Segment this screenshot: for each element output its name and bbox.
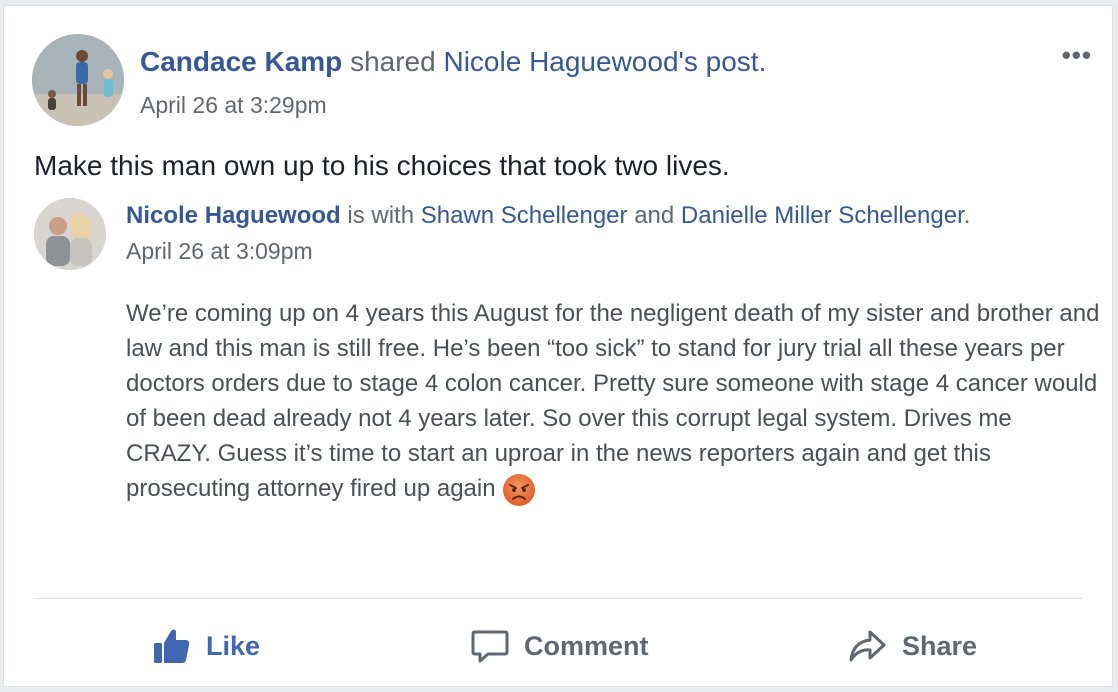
- original-post-link[interactable]: post.: [706, 46, 767, 77]
- shared-post-body-text: We’re coming up on 4 years this August f…: [126, 300, 1100, 502]
- shared-post-header: Nicole Haguewood is with Shawn Schelleng…: [126, 202, 970, 230]
- share-arrow-icon: [849, 630, 886, 662]
- like-label: Like: [206, 630, 261, 661]
- shared-verb: shared: [350, 46, 436, 77]
- comment-button[interactable]: Comment: [470, 616, 649, 676]
- share-label: Share: [902, 630, 978, 661]
- author-name-link[interactable]: Candace Kamp: [140, 46, 342, 77]
- shared-post-body: We’re coming up on 4 years this August f…: [126, 296, 1101, 507]
- shared-author-avatar[interactable]: [34, 198, 106, 270]
- original-author-link[interactable]: Nicole Haguewood's: [443, 46, 697, 77]
- shared-post-timestamp[interactable]: April 26 at 3:09pm: [126, 238, 313, 265]
- author-avatar[interactable]: [32, 34, 124, 126]
- comment-label: Comment: [524, 630, 649, 661]
- actions-divider: [34, 598, 1082, 599]
- tagged-person-2-link[interactable]: Danielle Miller Schellenger: [681, 202, 964, 229]
- and-text: and: [634, 202, 675, 229]
- share-caption: Make this man own up to his choices that…: [34, 150, 730, 181]
- like-button[interactable]: Like: [152, 616, 260, 676]
- thumbs-up-icon: [154, 629, 190, 663]
- post-card: Candace Kamp shared Nicole Haguewood's p…: [3, 5, 1113, 687]
- with-text: is with: [347, 202, 415, 229]
- post-header: Candace Kamp shared Nicole Haguewood's p…: [140, 46, 766, 78]
- share-button[interactable]: Share: [846, 616, 977, 676]
- comment-bubble-icon: [471, 630, 509, 663]
- post-timestamp[interactable]: April 26 at 3:29pm: [140, 92, 327, 119]
- shared-author-link[interactable]: Nicole Haguewood: [126, 202, 341, 229]
- angry-face-emoji-icon: [502, 473, 536, 507]
- more-options-button[interactable]: •••: [1062, 40, 1092, 71]
- tagged-person-1-link[interactable]: Shawn Schellenger: [421, 202, 628, 229]
- header-period: .: [963, 202, 971, 229]
